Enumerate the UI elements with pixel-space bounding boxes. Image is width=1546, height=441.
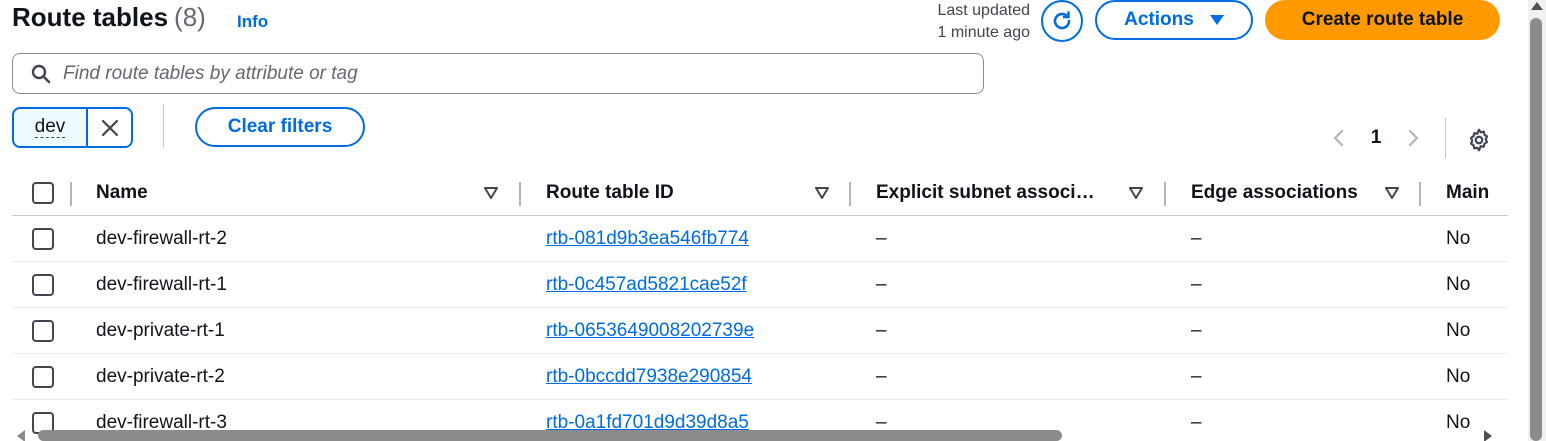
remove-filter-button[interactable] (88, 109, 131, 146)
column-separator[interactable] (849, 182, 851, 206)
scroll-up-arrow-icon[interactable] (1531, 2, 1543, 10)
sort-caret-icon[interactable] (1129, 186, 1143, 200)
row-checkbox[interactable] (32, 366, 54, 388)
route-table-name: dev-private-rt-2 (96, 366, 225, 387)
close-icon (101, 119, 118, 136)
clear-filters-button[interactable]: Clear filters (195, 107, 365, 147)
column-header-main[interactable]: Main (1446, 170, 1489, 216)
pagination: 1 (1318, 118, 1434, 158)
refresh-button[interactable] (1041, 0, 1083, 42)
column-header-edge-associations[interactable]: Edge associations (1191, 170, 1358, 216)
route-table-name: dev-private-rt-1 (96, 320, 225, 341)
explicit-subnet-value: – (876, 320, 887, 341)
column-separator[interactable] (1164, 182, 1166, 206)
main-value: No (1446, 228, 1471, 249)
route-tables-table: Name Route table ID Explicit subnet asso… (12, 170, 1508, 441)
scroll-left-arrow-icon[interactable] (17, 430, 25, 441)
explicit-subnet-value: – (876, 274, 887, 295)
filter-token-text: dev (34, 116, 66, 138)
last-updated-text: Last updated 1 minute ago (908, 0, 1030, 44)
row-checkbox[interactable] (32, 228, 54, 250)
vertical-scrollbar-thumb[interactable] (1530, 18, 1542, 441)
next-page-button[interactable] (1394, 118, 1434, 158)
main-value: No (1446, 320, 1471, 341)
create-route-table-button[interactable]: Create route table (1265, 0, 1500, 40)
refresh-icon (1053, 11, 1071, 30)
search-input[interactable] (63, 62, 963, 85)
last-updated-label: Last updated (937, 2, 1030, 19)
route-table-id-link[interactable]: rtb-0bccdd7938e290854 (546, 366, 752, 388)
table-row[interactable]: dev-private-rt-1 rtb-0653649008202739e –… (12, 308, 1508, 354)
previous-page-button[interactable] (1318, 118, 1358, 158)
edge-associations-value: – (1191, 320, 1202, 341)
edge-associations-value: – (1191, 274, 1202, 295)
route-table-name: dev-firewall-rt-2 (96, 228, 227, 249)
gear-icon (1469, 128, 1489, 152)
last-updated-time: 1 minute ago (937, 24, 1030, 41)
row-checkbox[interactable] (32, 274, 54, 296)
filter-token-label[interactable]: dev (14, 109, 88, 146)
preferences-button[interactable] (1463, 124, 1495, 156)
filter-token: dev (12, 107, 133, 148)
filter-divider (163, 104, 164, 148)
page-header: Route tables (8) Info Last updated 1 minu… (0, 0, 1510, 44)
sort-caret-icon[interactable] (484, 186, 498, 200)
search-bar[interactable] (12, 53, 984, 94)
route-table-count: (8) (174, 2, 206, 32)
caret-down-icon (1209, 15, 1224, 25)
route-table-id-link[interactable]: rtb-0653649008202739e (546, 320, 754, 342)
explicit-subnet-value: – (876, 228, 887, 249)
column-header-route-table-id[interactable]: Route table ID (546, 170, 674, 216)
column-separator (70, 182, 72, 206)
sort-caret-icon[interactable] (815, 186, 829, 200)
page-title: Route tables (8) (12, 2, 206, 33)
edge-associations-value: – (1191, 228, 1202, 249)
page-number[interactable]: 1 (1358, 127, 1394, 149)
actions-label: Actions (1124, 9, 1194, 30)
explicit-subnet-value: – (876, 366, 887, 387)
route-table-id-link[interactable]: rtb-081d9b3ea546fb774 (546, 228, 749, 250)
row-checkbox[interactable] (32, 320, 54, 342)
column-header-explicit-subnet-associations[interactable]: Explicit subnet associ… (876, 170, 1095, 216)
horizontal-scrollbar-thumb[interactable] (38, 430, 1062, 441)
main-value: No (1446, 274, 1471, 295)
column-header-name[interactable]: Name (96, 170, 148, 216)
edge-associations-value: – (1191, 366, 1202, 387)
sort-caret-icon[interactable] (1385, 186, 1399, 200)
chevron-left-icon (1333, 129, 1344, 147)
table-row[interactable]: dev-private-rt-2 rtb-0bccdd7938e290854 –… (12, 354, 1508, 400)
table-row[interactable]: dev-firewall-rt-1 rtb-0c457ad5821cae52f … (12, 262, 1508, 308)
pagination-divider (1445, 118, 1446, 158)
search-icon (31, 64, 51, 83)
column-separator[interactable] (1419, 182, 1421, 206)
table-row[interactable]: dev-firewall-rt-2 rtb-081d9b3ea546fb774 … (12, 216, 1508, 262)
actions-dropdown-button[interactable]: Actions (1095, 0, 1253, 40)
main-value: No (1446, 366, 1471, 387)
route-table-id-link[interactable]: rtb-0c457ad5821cae52f (546, 274, 747, 296)
route-table-name: dev-firewall-rt-1 (96, 274, 227, 295)
select-all-checkbox[interactable] (32, 182, 54, 204)
page-title-text: Route tables (12, 2, 169, 32)
scroll-right-arrow-icon[interactable] (1484, 430, 1492, 441)
info-link[interactable]: Info (237, 12, 268, 32)
table-header: Name Route table ID Explicit subnet asso… (12, 170, 1508, 216)
chevron-right-icon (1408, 129, 1419, 147)
column-separator[interactable] (519, 182, 521, 206)
